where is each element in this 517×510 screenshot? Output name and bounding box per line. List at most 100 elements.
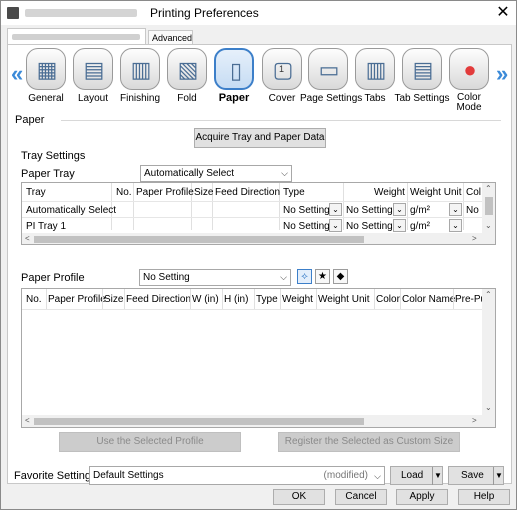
paper-tray-value: Automatically Select bbox=[144, 168, 235, 179]
paper-tray-label: Paper Tray bbox=[21, 168, 75, 180]
profile-header-cell[interactable]: Type bbox=[256, 293, 278, 307]
apply-button[interactable]: Apply bbox=[396, 489, 448, 505]
close-icon[interactable]: ✕ bbox=[491, 1, 515, 25]
profile-header-cell[interactable]: Paper Profile bbox=[48, 293, 106, 307]
paper-profile-value: No Setting bbox=[143, 272, 190, 283]
chevron-down-icon[interactable]: ⌄ bbox=[393, 219, 406, 232]
tray-header-cell[interactable]: Weight Unit bbox=[410, 186, 462, 200]
chevron-down-icon: ⌵ bbox=[374, 471, 381, 481]
tray-header-cell[interactable]: Paper Profile bbox=[136, 186, 194, 200]
paper-profile-table[interactable]: No. Paper Profile Size Feed Direction W (in)… bbox=[21, 288, 496, 428]
tray-cell[interactable]: PI Tray 1 bbox=[26, 220, 66, 234]
tray-settings-title: Tray Settings bbox=[21, 150, 86, 162]
paper-section-title: Paper bbox=[15, 114, 45, 126]
profile-header-cell[interactable]: Color bbox=[376, 293, 400, 307]
tray-table-vscroll[interactable]: ⌃ ⌄ bbox=[482, 183, 495, 233]
use-selected-profile-button[interactable]: Use the Selected Profile bbox=[59, 432, 241, 452]
tray-cell[interactable]: No Setting bbox=[346, 204, 393, 218]
chevron-down-icon: ⌵ bbox=[280, 272, 287, 282]
printer-app-icon bbox=[7, 7, 19, 19]
paper-icon: ▯ bbox=[229, 58, 243, 83]
register-custom-size-button[interactable]: Register the Selected as Custom Size bbox=[278, 432, 460, 452]
tab-settings-icon: ▤ bbox=[412, 57, 434, 82]
tray-header-cell[interactable]: No. bbox=[116, 186, 132, 200]
cancel-button[interactable]: Cancel bbox=[335, 489, 387, 505]
tray-header-cell[interactable]: Size bbox=[194, 186, 213, 200]
scroll-right-icon[interactable]: » bbox=[496, 61, 508, 87]
save-label: Save bbox=[461, 470, 484, 481]
chevron-down-icon[interactable]: ⌄ bbox=[329, 203, 342, 216]
profile-header-cell[interactable]: Feed Direction bbox=[126, 293, 191, 307]
chevron-down-icon[interactable]: ⌄ bbox=[329, 219, 342, 232]
tray-header-cell[interactable]: Weight bbox=[374, 186, 405, 200]
chevron-down-icon[interactable]: ⌄ bbox=[449, 219, 462, 232]
tray-header-cell[interactable]: Tray bbox=[26, 186, 46, 200]
toolbar-button-layout[interactable]: ▤ bbox=[73, 48, 113, 90]
toolbar-button-paper[interactable]: ▯ bbox=[214, 48, 254, 90]
general-icon: ▦ bbox=[36, 57, 58, 82]
favorite-setting-value: Default Settings bbox=[93, 470, 164, 481]
profile-header-cell[interactable]: Size bbox=[104, 293, 123, 307]
paper-profile-select[interactable]: No Setting ⌵ bbox=[139, 269, 291, 286]
toolbar-button-tab-settings[interactable]: ▤ bbox=[402, 48, 442, 90]
tray-cell[interactable]: g/m² bbox=[410, 204, 430, 218]
modified-status: (modified) bbox=[323, 470, 368, 481]
acquire-tray-paper-button[interactable]: Acquire Tray and Paper Data bbox=[194, 128, 326, 148]
tray-cell[interactable]: g/m² bbox=[410, 220, 430, 234]
profile-header-cell[interactable]: Color Name bbox=[402, 293, 455, 307]
tray-header-cell[interactable]: Type bbox=[283, 186, 305, 200]
tray-cell[interactable]: Automatically Select bbox=[26, 204, 116, 218]
window-title: Printing Preferences bbox=[150, 6, 259, 20]
tabs-icon: ▥ bbox=[365, 57, 387, 82]
load-dropdown-icon[interactable]: ▼ bbox=[432, 467, 443, 485]
profile-header-cell[interactable]: W (in) bbox=[192, 293, 219, 307]
chevron-down-icon[interactable]: ⌄ bbox=[393, 203, 406, 216]
layout-icon: ▤ bbox=[83, 57, 105, 82]
tag-icon[interactable]: ◆ bbox=[333, 269, 348, 284]
toolbar-button-cover[interactable]: ▢ 1 bbox=[262, 48, 302, 90]
profile-header-cell[interactable]: No. bbox=[26, 293, 42, 307]
profile-table-vscroll[interactable]: ⌃ ⌄ bbox=[482, 289, 495, 415]
paper-tray-select[interactable]: Automatically Select ⌵ bbox=[140, 165, 292, 182]
divider bbox=[61, 120, 501, 121]
toolbar-button-tabs[interactable]: ▥ bbox=[355, 48, 395, 90]
save-dropdown-icon[interactable]: ▼ bbox=[493, 467, 504, 485]
tray-cell[interactable]: No Setting bbox=[283, 204, 330, 218]
chevron-down-icon[interactable]: ⌄ bbox=[449, 203, 462, 216]
load-label: Load bbox=[401, 470, 424, 481]
profile-header-cell[interactable]: Weight Unit bbox=[318, 293, 370, 307]
toolbar-button-finishing[interactable]: ▥ bbox=[120, 48, 160, 90]
save-button[interactable]: Save ▼ bbox=[448, 466, 504, 485]
toolbar-button-page-settings[interactable]: ▭ bbox=[308, 48, 348, 90]
load-button[interactable]: Load ▼ bbox=[390, 466, 443, 485]
tray-header-cell[interactable]: Col bbox=[466, 186, 481, 200]
toolbar-button-fold[interactable]: ▧ bbox=[167, 48, 207, 90]
toolbar-button-general[interactable]: ▦ bbox=[26, 48, 66, 90]
tray-cell[interactable]: No bbox=[466, 204, 479, 218]
printing-preferences-window: Printing Preferences ✕ Advanced « » ▦ Gen… bbox=[0, 0, 517, 510]
scroll-left-icon[interactable]: « bbox=[11, 61, 23, 87]
filter-icon[interactable]: ⟡ bbox=[297, 269, 312, 284]
profile-header-cell[interactable]: H (in) bbox=[224, 293, 248, 307]
cover-badge: 1 bbox=[279, 64, 285, 74]
favorite-setting-label: Favorite Setting bbox=[14, 470, 92, 482]
ok-button[interactable]: OK bbox=[273, 489, 325, 505]
fold-icon: ▧ bbox=[177, 57, 199, 82]
profile-header-cell[interactable]: Weight bbox=[282, 293, 313, 307]
finishing-icon: ▥ bbox=[130, 57, 152, 82]
tray-table[interactable]: Tray No. Paper Profile Size Feed Direction Ty… bbox=[21, 182, 496, 245]
tray-header-cell[interactable]: Feed Direction bbox=[215, 186, 280, 200]
color-mode-icon: ● bbox=[463, 57, 477, 82]
tab-printer[interactable] bbox=[7, 28, 146, 44]
toolbar-button-color-mode[interactable]: ● bbox=[449, 48, 489, 90]
tray-cell[interactable]: No Setting bbox=[346, 220, 393, 234]
tray-table-hscroll[interactable]: < > bbox=[22, 233, 495, 244]
favorite-setting-select[interactable]: Default Settings (modified) ⌵ bbox=[89, 466, 385, 485]
help-button[interactable]: Help bbox=[458, 489, 510, 505]
tray-cell[interactable]: No Setting bbox=[283, 220, 330, 234]
title-bar: Printing Preferences ✕ bbox=[1, 1, 516, 25]
favorite-star-icon[interactable]: ★ bbox=[315, 269, 330, 284]
profile-table-hscroll[interactable]: < > bbox=[22, 415, 495, 427]
printer-name-redacted bbox=[25, 9, 137, 17]
printer-tab-label-redacted bbox=[12, 34, 140, 40]
